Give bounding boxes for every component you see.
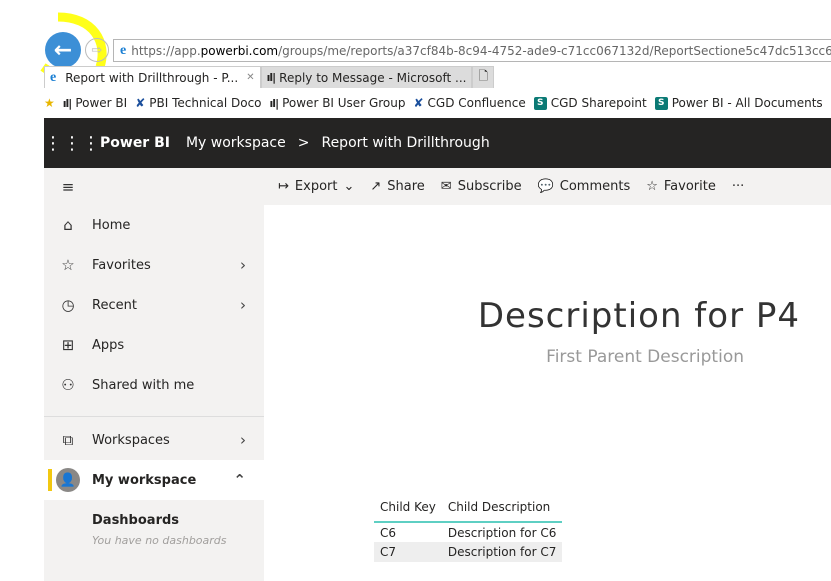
powerbi-bars-icon: ıl| <box>269 96 280 110</box>
sidebar: ≡ ⌂ Home ☆ Favorites › ◷ Recent › ⊞ Apps ⚇ Shar… <box>44 168 264 581</box>
star-icon: ☆ <box>646 179 658 194</box>
powerbi-header: ⋮⋮⋮ Power BI My workspace > Report with … <box>44 118 831 168</box>
back-button[interactable]: ← <box>45 32 81 68</box>
table-cell: C7 <box>374 542 442 562</box>
mail-icon: ✉ <box>440 179 452 194</box>
chevron-right-icon: › <box>240 296 246 314</box>
comment-icon: 💬 <box>537 179 554 194</box>
report-title: Description for P4 <box>477 296 800 336</box>
table-row: C7 Description for C7 <box>374 542 563 562</box>
table-header-row: Child Key Child Description <box>374 496 563 523</box>
close-icon[interactable]: ✕ <box>246 72 254 83</box>
favorite-link[interactable]: ıl| Power BI User Group <box>270 96 406 110</box>
sidebar-item-favorites[interactable]: ☆ Favorites › <box>44 245 264 285</box>
sidebar-item-dashboards[interactable]: Dashboards <box>44 500 264 540</box>
star-icon: ☆ <box>61 256 75 274</box>
sidebar-item-recent[interactable]: ◷ Recent › <box>44 285 264 325</box>
confluence-icon: ✘ <box>135 96 146 110</box>
ie-icon: e <box>50 69 57 85</box>
tab-reply[interactable]: ıl| Reply to Message - Microsoft ... <box>260 66 473 88</box>
chevron-down-icon: ⌄ <box>343 179 355 194</box>
chevron-right-icon: › <box>240 431 246 449</box>
comments-button[interactable]: 💬 Comments <box>538 179 631 194</box>
favorite-link[interactable]: ✘ PBI Technical Doco <box>135 96 261 110</box>
shared-people-icon: ⚇ <box>61 376 75 394</box>
ie-icon: e <box>120 42 127 58</box>
column-header[interactable]: Child Description <box>441 496 563 523</box>
sidebar-item-shared[interactable]: ⚇ Shared with me <box>44 365 264 405</box>
favorite-link[interactable]: S CGD Sharepoint <box>533 96 647 110</box>
report-subtitle: First Parent Description <box>546 347 744 367</box>
table-cell: Description for C7 <box>441 542 563 562</box>
favorite-link[interactable]: ✘ CGD Confluence <box>413 96 525 110</box>
sidebar-item-workspaces[interactable]: ⧉ Workspaces › <box>44 420 264 460</box>
favorites-star-icon[interactable]: ★ <box>44 96 55 110</box>
breadcrumb-workspace[interactable]: My workspace <box>186 135 286 151</box>
favorites-bar: ★ ıl| Power BI ✘ PBI Technical Doco ıl| Pow… <box>44 92 831 114</box>
chevron-right-icon: > <box>297 135 310 151</box>
sidebar-item-apps[interactable]: ⊞ Apps <box>44 325 264 365</box>
export-button[interactable]: ↦ Export ⌄ <box>278 179 354 194</box>
app-launcher-icon[interactable]: ⋮⋮⋮ <box>44 133 100 154</box>
address-bar[interactable]: e https://app. powerbi.com/groups/me/repor… <box>113 39 831 62</box>
sidebar-item-home[interactable]: ⌂ Home <box>44 205 264 245</box>
child-table: Child Key Child Description C6 Description… <box>374 496 563 562</box>
chevron-right-icon: › <box>240 256 246 274</box>
collapse-nav-button[interactable]: ≡ <box>44 168 264 205</box>
sharepoint-icon: S <box>533 96 547 110</box>
favorite-link[interactable]: S Power BI - All Documents <box>654 96 823 110</box>
forward-button[interactable]: ⇨ <box>85 38 109 62</box>
share-icon: ↗ <box>370 179 382 194</box>
clock-icon: ◷ <box>61 296 75 314</box>
new-tab-button[interactable]: 🗋 <box>472 66 495 88</box>
sidebar-item-my-workspace[interactable]: 👤 My workspace ⌃ <box>44 460 264 500</box>
powerbi-bars-icon: ıl| <box>266 71 277 84</box>
active-indicator <box>48 469 52 491</box>
export-icon: ↦ <box>278 179 289 194</box>
column-header[interactable]: Child Key <box>374 496 442 523</box>
chevron-up-icon: ⌃ <box>233 471 246 489</box>
home-icon: ⌂ <box>63 216 73 234</box>
report-toolbar: ↦ Export ⌄ ↗ Share ✉ Subscribe 💬 Comments ☆ Fa… <box>264 168 831 205</box>
favorite-button[interactable]: ☆ Favorite <box>646 179 716 194</box>
breadcrumb-report: Report with Drillthrough <box>321 135 490 151</box>
powerbi-bars-icon: ıl| <box>62 96 73 110</box>
divider <box>44 405 264 417</box>
subscribe-button[interactable]: ✉ Subscribe <box>441 179 522 194</box>
share-button[interactable]: ↗ Share <box>370 179 424 194</box>
hamburger-icon: ≡ <box>61 177 75 196</box>
confluence-icon: ✘ <box>413 96 424 110</box>
apps-icon: ⊞ <box>61 336 75 354</box>
app-name[interactable]: Power BI <box>100 135 170 151</box>
table-row: C6 Description for C6 <box>374 522 562 542</box>
table-cell: Description for C6 <box>447 525 557 540</box>
browser-tabs: e Report with Drillthrough - P... ✕ ıl| Rep… <box>44 66 495 88</box>
favorite-link[interactable]: ıl| Power BI <box>63 96 127 110</box>
table-cell: C6 <box>380 525 397 540</box>
workspaces-icon: ⧉ <box>62 431 74 449</box>
tab-report[interactable]: e Report with Drillthrough - P... ✕ <box>44 66 261 88</box>
avatar: 👤 <box>56 468 80 492</box>
more-options-button[interactable]: ··· <box>732 179 744 194</box>
sharepoint-icon: S <box>654 96 668 110</box>
